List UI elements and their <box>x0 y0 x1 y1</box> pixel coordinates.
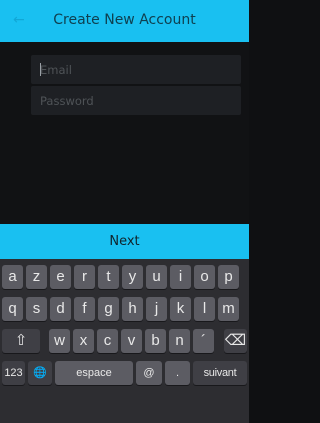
key-y[interactable]: y <box>122 265 143 289</box>
key-t[interactable]: t <box>98 265 119 289</box>
key-f[interactable]: f <box>74 297 95 321</box>
key-c[interactable]: c <box>97 329 118 353</box>
key-v[interactable]: v <box>121 329 142 353</box>
password-field-box[interactable] <box>31 86 241 115</box>
password-field[interactable] <box>31 86 241 115</box>
globe-key[interactable]: 🌐 <box>28 361 52 385</box>
app-header: ← Create New Account <box>0 0 249 42</box>
key-g[interactable]: g <box>98 297 119 321</box>
key-u[interactable]: u <box>146 265 167 289</box>
key-a[interactable]: a <box>2 265 23 289</box>
key-s[interactable]: s <box>26 297 47 321</box>
signup-form <box>0 42 249 224</box>
virtual-keyboard: a z e r t y u i o p q s d f g h j k l m … <box>0 259 249 423</box>
key-b[interactable]: b <box>145 329 166 353</box>
text-caret <box>40 63 41 76</box>
key-z[interactable]: z <box>26 265 47 289</box>
numbers-key[interactable]: 123 <box>2 361 25 385</box>
page-title: Create New Account <box>53 12 196 28</box>
key-e[interactable]: e <box>50 265 71 289</box>
space-key[interactable]: espace <box>55 361 133 385</box>
key-p[interactable]: p <box>218 265 239 289</box>
key-d[interactable]: d <box>50 297 71 321</box>
key-i[interactable]: i <box>170 265 191 289</box>
backspace-icon: ⌫ <box>224 332 247 349</box>
key-h[interactable]: h <box>122 297 143 321</box>
globe-icon: 🌐 <box>33 367 47 379</box>
email-field[interactable] <box>31 55 241 84</box>
key-o[interactable]: o <box>194 265 215 289</box>
email-field-box[interactable] <box>31 55 241 84</box>
key-l[interactable]: l <box>194 297 215 321</box>
key-k[interactable]: k <box>170 297 191 321</box>
at-key[interactable]: @ <box>136 361 162 385</box>
key-n[interactable]: n <box>169 329 190 353</box>
key-w[interactable]: w <box>49 329 70 353</box>
suivant-key[interactable]: suivant <box>193 361 247 385</box>
shift-icon: ⇧ <box>14 332 28 349</box>
next-button[interactable]: Next <box>0 224 249 259</box>
key-x[interactable]: x <box>73 329 94 353</box>
key-j[interactable]: j <box>146 297 167 321</box>
key-q[interactable]: q <box>2 297 23 321</box>
key-m[interactable]: m <box>218 297 239 321</box>
backspace-key[interactable]: ⌫ <box>224 329 247 353</box>
dot-key[interactable]: . <box>165 361 190 385</box>
key-acute[interactable]: ´ <box>193 329 214 353</box>
shift-key[interactable]: ⇧ <box>2 329 40 353</box>
key-r[interactable]: r <box>74 265 95 289</box>
